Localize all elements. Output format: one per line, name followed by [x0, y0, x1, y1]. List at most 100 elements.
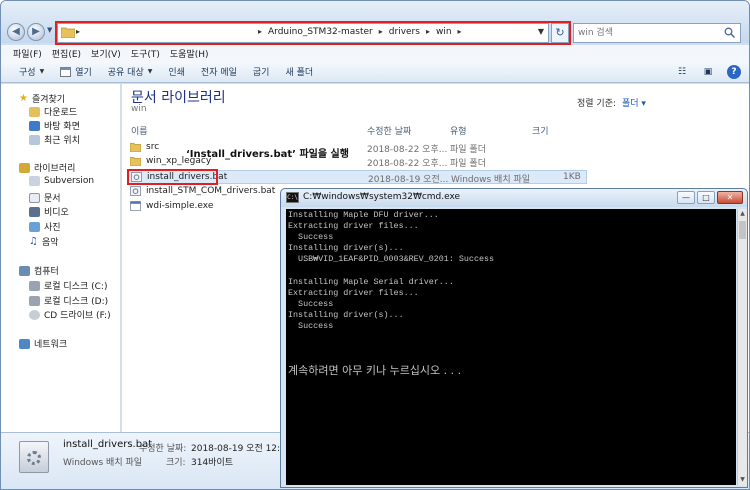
sidebar-item-label: 음악	[41, 238, 59, 248]
console-prompt: 계속하려면 아무 키나 누르십시오 . . .	[288, 364, 462, 377]
gear-icon	[27, 451, 41, 465]
print-button[interactable]: 인쇄	[168, 65, 185, 78]
sidebar-item-documents[interactable]: 문서	[29, 191, 61, 204]
breadcrumb-item[interactable]: Arduino_STM32-master	[268, 27, 373, 37]
list-item[interactable]: install_drivers.bat 2018-08-19 오전... Win…	[127, 170, 587, 185]
console-line: Installing Maple DFU driver...	[288, 210, 439, 220]
sidebar-item-label: 로컬 디스크 (C:)	[44, 282, 108, 292]
file-modified: 2018-08-22 오후...	[367, 159, 448, 169]
file-type: 파일 폴더	[450, 145, 486, 155]
console-line: Extracting driver files...	[288, 287, 419, 298]
chevron-down-icon: ▼	[39, 68, 45, 75]
back-button[interactable]: ◀	[7, 23, 25, 41]
sidebar-item-label: 라이브러리	[34, 164, 76, 174]
sidebar-item-desktop[interactable]: 바탕 화면	[29, 119, 80, 132]
breadcrumb-separator-icon[interactable]: ▸	[458, 27, 462, 37]
open-icon	[60, 66, 72, 77]
menu-help[interactable]: 도움말(H)	[170, 47, 209, 60]
menu-file[interactable]: 파일(F)	[13, 47, 42, 60]
menu-view[interactable]: 보기(V)	[91, 47, 121, 60]
burn-button[interactable]: 굽기	[253, 65, 270, 78]
column-header-name[interactable]: 이름	[131, 124, 148, 137]
sidebar-item-label: 문서	[44, 194, 61, 204]
cmd-scrollbar[interactable]: ▲ ▼	[737, 209, 747, 485]
new-folder-button[interactable]: 새 폴더	[285, 65, 313, 78]
sidebar-item-label: 사진	[44, 223, 61, 233]
email-button[interactable]: 전자 메일	[201, 65, 237, 78]
breadcrumb-separator-icon[interactable]: ▸	[76, 27, 80, 36]
share-with-button[interactable]: 공유 대상 ▼	[108, 65, 153, 78]
sidebar-item-label: 즐겨찾기	[31, 95, 66, 105]
sidebar-item-cd-drive-f[interactable]: CD 드라이브 (F:)	[29, 308, 111, 321]
details-file-type: Windows 배치 파일	[63, 458, 143, 468]
file-name: install_STM_COM_drivers.bat	[146, 186, 276, 196]
search-input[interactable]	[578, 26, 718, 40]
subversion-library-icon	[29, 176, 40, 186]
burn-label: 굽기	[252, 68, 270, 78]
close-button[interactable]: ✕	[717, 191, 743, 204]
scroll-up-icon[interactable]: ▲	[738, 209, 747, 219]
network-icon	[19, 338, 30, 349]
breadcrumb-item[interactable]: drivers	[389, 27, 420, 37]
open-label: 열기	[75, 68, 92, 78]
details-size-label: 크기:	[166, 458, 186, 468]
cmd-window-title: C:₩windows₩system32₩cmd.exe	[303, 192, 461, 202]
console-line: USB₩VID_1EAF&PID_0003&REV_0201: Success	[288, 254, 495, 265]
console-line: Success	[288, 298, 334, 309]
breadcrumb-separator-icon[interactable]: ▸	[426, 27, 430, 37]
sidebar-item-music[interactable]: ♫ 음악	[29, 235, 59, 248]
open-button[interactable]: 열기	[60, 65, 92, 78]
search-icon[interactable]	[724, 27, 735, 38]
chevron-down-icon[interactable]: ▼	[538, 27, 544, 36]
sidebar-item-recent-places[interactable]: 최근 위치	[29, 133, 80, 146]
view-options-icon[interactable]: ☷	[675, 65, 689, 79]
column-header-type[interactable]: 유형	[450, 124, 467, 137]
column-header-modified[interactable]: 수정한 날짜	[367, 124, 411, 137]
sidebar-item-favorites[interactable]: ★ 즐겨찾기	[19, 92, 65, 105]
minimize-button[interactable]: —	[677, 191, 695, 204]
explorer-titlebar: ◀ ▶ ▼ ▸ ▸ Arduino_STM32-master ▸ drivers…	[1, 1, 749, 45]
sidebar-item-local-disk-d[interactable]: 로컬 디스크 (D:)	[29, 294, 108, 307]
organize-button[interactable]: 구성 ▼	[19, 65, 44, 78]
maximize-button[interactable]: □	[697, 191, 715, 204]
sidebar-item-videos[interactable]: 비디오	[29, 205, 69, 218]
new-folder-label: 새 폴더	[285, 68, 314, 78]
cmd-titlebar[interactable]: C:\ C:₩windows₩system32₩cmd.exe — □ ✕	[281, 189, 747, 207]
batch-file-icon	[130, 186, 141, 196]
details-modified-label: 수정한 날짜:	[139, 444, 187, 454]
console-line: Success	[288, 320, 334, 331]
command-toolbar: 구성 ▼ 열기 공유 대상 ▼ 인쇄 전자 메일 굽기 새 폴더 ☷ ▣ ?	[1, 61, 749, 83]
forward-button[interactable]: ▶	[27, 23, 45, 41]
annotation-text: ‘Install_drivers.bat’ 파일을 실행	[186, 149, 349, 160]
menu-tools[interactable]: 도구(T)	[131, 47, 160, 60]
breadcrumb-item[interactable]: win	[436, 27, 452, 37]
recent-pages-dropdown[interactable]: ▼	[47, 26, 52, 34]
scroll-thumb[interactable]	[739, 221, 746, 239]
preview-pane-icon[interactable]: ▣	[701, 65, 715, 79]
sidebar-item-label: 바탕 화면	[44, 122, 80, 132]
exe-file-icon	[130, 201, 141, 211]
console-output[interactable]: Installing Maple DFU driver... Extracting…	[286, 209, 736, 485]
sidebar-item-label: 비디오	[44, 208, 69, 218]
address-bar[interactable]: ▸ ▸ Arduino_STM32-master ▸ drivers ▸ win…	[57, 23, 549, 43]
folder-icon	[130, 143, 141, 152]
search-box[interactable]	[573, 23, 741, 43]
sidebar-item-downloads[interactable]: 다운로드	[29, 105, 77, 118]
sidebar-item-label: CD 드라이브 (F:)	[44, 311, 111, 321]
menu-edit[interactable]: 편집(E)	[52, 47, 81, 60]
sort-dropdown[interactable]: 폴더 ▾	[622, 96, 646, 109]
refresh-button[interactable]: ↻	[551, 23, 569, 43]
cmd-window[interactable]: C:\ C:₩windows₩system32₩cmd.exe — □ ✕ In…	[280, 188, 748, 488]
file-size: 1KB	[563, 172, 581, 182]
breadcrumb-separator-icon[interactable]: ▸	[379, 27, 383, 37]
sidebar-item-libraries[interactable]: 라이브러리	[19, 161, 75, 174]
column-header-size[interactable]: 크기	[532, 124, 549, 137]
sidebar-item-pictures[interactable]: 사진	[29, 220, 61, 233]
sidebar-item-network[interactable]: 네트워크	[19, 337, 67, 350]
scroll-down-icon[interactable]: ▼	[738, 475, 747, 485]
sidebar-item-computer[interactable]: 컴퓨터	[19, 264, 59, 277]
sidebar-item-subversion[interactable]: Subversion	[29, 176, 94, 186]
sidebar-item-local-disk-c[interactable]: 로컬 디스크 (C:)	[29, 279, 107, 292]
help-icon[interactable]: ?	[727, 65, 741, 79]
